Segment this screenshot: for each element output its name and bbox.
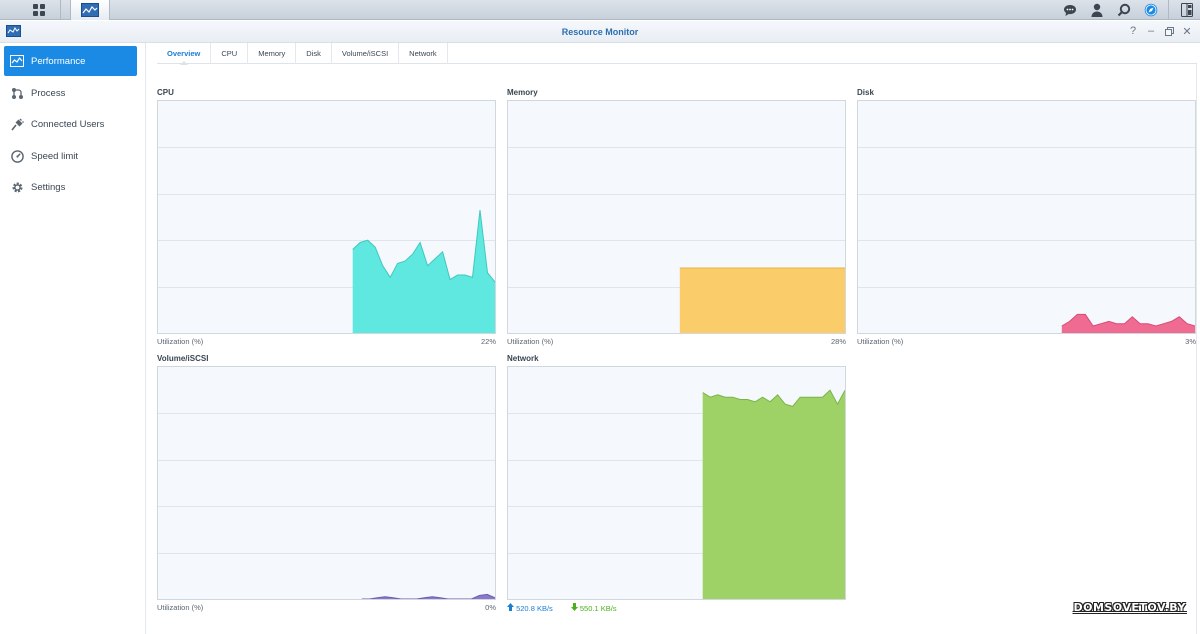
search-icon[interactable] <box>1110 0 1137 20</box>
sidebar-item-settings[interactable]: Settings <box>4 172 137 202</box>
sidebar-item-label: Connected Users <box>31 118 105 130</box>
sidebar-item-connected-users[interactable]: Connected Users <box>4 109 137 139</box>
chart-svg <box>702 389 845 599</box>
network-panel-title: Network <box>507 354 539 363</box>
volume-footer: Utilization (%) 0% <box>157 603 496 612</box>
upload-rate: 520.8 KB/s <box>507 603 553 613</box>
compass-icon[interactable] <box>1137 0 1164 20</box>
series-area <box>352 210 495 333</box>
window-title: Resource Monitor <box>561 27 639 37</box>
sidebar-item-label: Performance <box>31 55 86 67</box>
disk-footer: Utilization (%) 3% <box>857 337 1196 346</box>
window-titlebar: Resource Monitor ? – ✕ <box>0 21 1200 43</box>
sidebar-item-label: Speed limit <box>31 150 78 162</box>
tab-network[interactable]: Network <box>399 43 448 64</box>
disk-utilization-label: Utilization (%) <box>857 337 904 346</box>
chat-icon[interactable] <box>1056 0 1083 20</box>
volume-panel-title: Volume/iSCSI <box>157 354 209 363</box>
memory-panel-title: Memory <box>507 88 538 97</box>
plug-icon <box>10 117 24 131</box>
series-area <box>1061 314 1195 333</box>
gear-icon <box>10 180 24 194</box>
window-controls: ? – ✕ <box>1126 24 1194 38</box>
minimize-icon[interactable]: – <box>1144 24 1158 38</box>
cpu-panel-title: CPU <box>157 88 174 97</box>
watermark: DOMSOVETOV.BY <box>1073 601 1186 614</box>
disk-panel-title: Disk <box>857 88 874 97</box>
series-area <box>679 268 845 333</box>
restore-icon[interactable] <box>1162 24 1176 38</box>
taskbar <box>0 0 1200 20</box>
taskbar-tray <box>1056 0 1200 20</box>
help-icon[interactable]: ? <box>1126 24 1140 38</box>
tab-bar: Overview CPU Memory Disk Volume/iSCSI Ne… <box>157 43 1197 65</box>
volume-chart <box>157 366 496 600</box>
memory-panel: Memory Utilization (%) 28% <box>507 88 846 346</box>
content-border <box>1196 64 1197 634</box>
memory-utilization-value: 28% <box>830 337 846 346</box>
memory-chart <box>507 100 846 334</box>
network-footer: 520.8 KB/s 550.1 KB/s <box>507 603 846 613</box>
sidebar: Performance Process Connected Users Spee… <box>0 43 146 634</box>
tab-disk[interactable]: Disk <box>296 43 332 64</box>
tab-memory[interactable]: Memory <box>248 43 297 64</box>
series-area <box>702 390 845 599</box>
chart-svg <box>361 593 495 599</box>
tab-cpu[interactable]: CPU <box>211 43 249 64</box>
disk-panel: Disk Utilization (%) 3% <box>857 88 1196 346</box>
sidebar-item-label: Process <box>31 87 66 99</box>
arrow-up-icon <box>507 603 514 611</box>
chart-svg <box>679 267 845 333</box>
network-panel: Network 520.8 KB/s 550.1 KB/s <box>507 354 846 613</box>
cpu-utilization-value: 22% <box>480 337 496 346</box>
sidebar-item-label: Settings <box>31 181 66 193</box>
arrow-down-icon <box>570 603 578 611</box>
cpu-footer: Utilization (%) 22% <box>157 337 496 346</box>
memory-utilization-label: Utilization (%) <box>507 337 554 346</box>
memory-footer: Utilization (%) 28% <box>507 337 846 346</box>
download-rate: 550.1 KB/s <box>570 603 617 613</box>
main-menu-button[interactable] <box>17 0 61 20</box>
user-icon[interactable] <box>1083 0 1110 20</box>
chart-svg <box>352 209 495 333</box>
chart-svg <box>1061 313 1195 333</box>
volume-utilization-label: Utilization (%) <box>157 603 204 612</box>
cpu-utilization-label: Utilization (%) <box>157 337 204 346</box>
close-icon[interactable]: ✕ <box>1180 24 1194 38</box>
process-icon <box>10 86 24 100</box>
disk-utilization-value: 3% <box>1185 337 1196 346</box>
sidebar-item-performance[interactable]: Performance <box>4 46 137 76</box>
speedometer-icon <box>10 149 24 163</box>
sidebar-item-process[interactable]: Process <box>4 78 137 108</box>
performance-icon <box>10 54 24 68</box>
sidebar-item-speed-limit[interactable]: Speed limit <box>4 141 137 171</box>
cpu-panel: CPU Utilization (%) 22% <box>157 88 496 346</box>
resource-monitor-icon <box>81 3 99 17</box>
volume-panel: Volume/iSCSI Utilization (%) 0% <box>157 354 496 612</box>
network-chart <box>507 366 846 600</box>
volume-utilization-value: 0% <box>485 603 496 612</box>
resource-monitor-taskbar-button[interactable] <box>70 0 110 20</box>
tab-overview[interactable]: Overview <box>157 43 212 65</box>
cpu-chart <box>157 100 496 334</box>
download-rate-value: 550.1 KB/s <box>579 604 617 613</box>
grid-icon <box>32 4 45 16</box>
upload-rate-value: 520.8 KB/s <box>516 604 553 613</box>
disk-chart <box>857 100 1196 334</box>
tab-volume-iscsi[interactable]: Volume/iSCSI <box>332 43 400 64</box>
widgets-icon[interactable] <box>1173 0 1200 20</box>
